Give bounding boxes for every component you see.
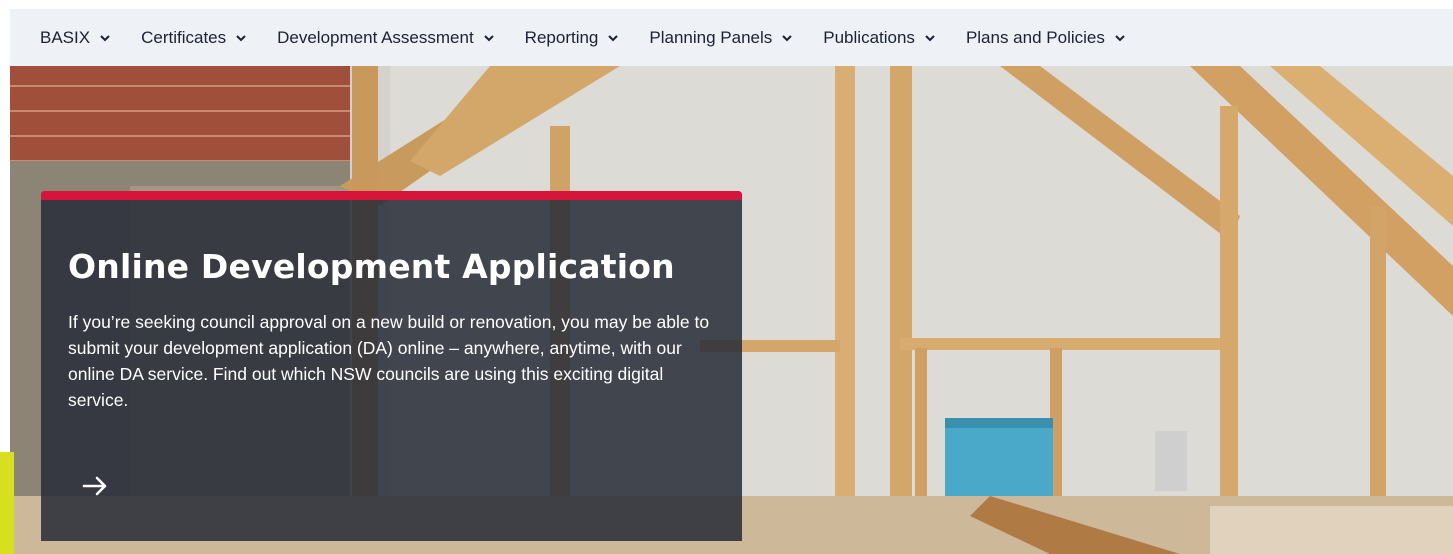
card-accent-bar bbox=[41, 191, 742, 200]
nav-item-label: Planning Panels bbox=[649, 27, 773, 47]
nav-item-reporting[interactable]: Reporting bbox=[525, 28, 620, 48]
nav-item-label: Certificates bbox=[141, 27, 227, 47]
nav-item-label: Development Assessment bbox=[277, 27, 474, 47]
top-strip bbox=[0, 0, 1453, 9]
nav-item-publications[interactable]: Publications bbox=[823, 28, 936, 48]
chevron-down-icon bbox=[782, 34, 792, 41]
chevron-down-icon bbox=[608, 34, 619, 41]
chevron-down-icon bbox=[1115, 34, 1125, 41]
nav-item-planning-panels[interactable]: Planning Panels bbox=[649, 28, 793, 48]
nav-item-label: Plans and Policies bbox=[965, 27, 1105, 47]
chevron-down-icon bbox=[236, 34, 246, 41]
card-description: If you’re seeking council approval on a … bbox=[68, 312, 710, 410]
chevron-down-icon bbox=[100, 34, 110, 41]
accent-tab bbox=[0, 452, 14, 554]
hero-card: Online Development Application If you’re… bbox=[41, 191, 742, 541]
chevron-down-icon bbox=[925, 34, 935, 41]
chevron-down-icon bbox=[483, 34, 494, 41]
nav-item-plans-and-policies[interactable]: Plans and Policies bbox=[966, 28, 1126, 48]
nav-item-label: BASIX bbox=[40, 27, 91, 47]
main-navigation: BASIX Certificates Development Assessmen… bbox=[10, 9, 1453, 66]
nav-item-label: Reporting bbox=[524, 27, 599, 47]
nav-item-certificates[interactable]: Certificates bbox=[141, 28, 247, 48]
card-title: Online Development Application bbox=[68, 247, 675, 286]
nav-item-development-assessment[interactable]: Development Assessment bbox=[277, 28, 495, 48]
nav-item-basix[interactable]: BASIX bbox=[40, 28, 111, 48]
arrow-right-icon[interactable] bbox=[81, 472, 109, 500]
nav-item-label: Publications bbox=[823, 27, 915, 47]
